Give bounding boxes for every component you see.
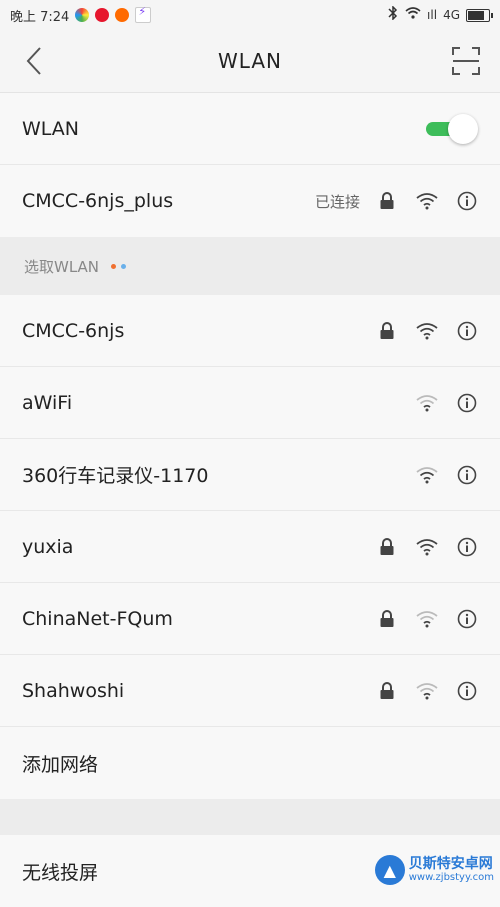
network-ssid: ChinaNet-FQum <box>22 607 173 630</box>
list-item[interactable]: ChinaNet-FQum <box>0 583 500 655</box>
chevron-left-icon <box>26 47 41 75</box>
add-network-label: 添加网络 <box>22 753 99 776</box>
info-icon[interactable] <box>456 536 478 558</box>
connected-network-row[interactable]: CMCC-6njs_plus 已连接 <box>0 165 500 237</box>
wifi-status-icon <box>405 7 421 23</box>
info-icon[interactable] <box>456 608 478 630</box>
scan-icon <box>452 47 480 75</box>
wifi-strong-icon <box>416 190 438 212</box>
section-title: 选取WLAN <box>24 257 100 276</box>
watermark: ▲ 贝斯特安卓网 www.zjbstyy.com <box>374 855 494 885</box>
watermark-name: 贝斯特安卓网 <box>408 855 493 872</box>
add-network-row[interactable]: 添加网络 <box>0 727 500 799</box>
bolt-app-icon <box>135 5 152 23</box>
info-icon[interactable] <box>456 464 478 486</box>
watermark-logo-icon: ▲ <box>374 855 405 885</box>
wifi-weak-icon <box>416 392 438 414</box>
status-bar: 晚上 7:24 ıll 4G <box>0 0 500 30</box>
lock-icon <box>376 320 398 342</box>
connected-status: 已连接 <box>314 192 360 211</box>
scan-button[interactable] <box>450 45 482 77</box>
connected-ssid: CMCC-6njs_plus <box>22 190 174 212</box>
network-ssid: yuxia <box>22 535 74 558</box>
list-item[interactable]: 360行车记录仪-1170 <box>0 439 500 511</box>
wifi-weak-icon <box>416 608 438 630</box>
signal-icon: ıll <box>427 8 438 22</box>
wlan-toggle-label: WLAN <box>22 117 80 140</box>
section-header: 选取WLAN <box>0 237 500 295</box>
list-item[interactable]: aWiFi <box>0 367 500 439</box>
network-type: 4G <box>443 8 460 22</box>
list-item[interactable]: yuxia <box>0 511 500 583</box>
section-divider <box>0 799 500 835</box>
page-title: WLAN <box>217 49 283 73</box>
lock-icon <box>376 536 398 558</box>
info-icon[interactable] <box>456 320 478 342</box>
toolbar: WLAN <box>0 30 500 93</box>
list-item[interactable]: CMCC-6njs <box>0 295 500 367</box>
network-list: CMCC-6njs aWiFi 360行车记录仪-1170 yuxia Chin… <box>0 295 500 799</box>
network-ssid: Shahwoshi <box>22 679 125 702</box>
lock-icon <box>376 190 398 212</box>
app-notification-icon <box>75 8 90 22</box>
info-icon[interactable] <box>456 680 478 702</box>
network-ssid: aWiFi <box>22 391 73 414</box>
bluetooth-icon <box>387 5 399 24</box>
wifi-strong-icon <box>416 536 438 558</box>
status-time: 晚上 7:24 <box>10 9 70 25</box>
battery-icon <box>466 8 493 22</box>
wlan-card: WLAN CMCC-6njs_plus 已连接 <box>0 93 500 237</box>
wifi-weak-icon <box>416 680 438 702</box>
wlan-toggle-row: WLAN <box>0 93 500 165</box>
lock-icon <box>376 608 398 630</box>
list-item[interactable]: Shahwoshi <box>0 655 500 727</box>
back-button[interactable] <box>18 45 50 77</box>
info-icon[interactable] <box>456 190 478 212</box>
loading-indicator <box>111 263 127 269</box>
network-ssid: 360行车记录仪-1170 <box>22 465 209 487</box>
wifi-weak-icon <box>416 464 438 486</box>
wlan-toggle[interactable] <box>426 113 478 144</box>
watermark-url: www.zjbstyy.com <box>408 872 494 884</box>
app-notification-icon-2 <box>115 8 130 22</box>
lock-icon <box>376 680 398 702</box>
weibo-icon <box>95 8 110 22</box>
info-icon[interactable] <box>456 392 478 414</box>
network-ssid: CMCC-6njs <box>22 319 125 342</box>
wifi-strong-icon <box>416 320 438 342</box>
